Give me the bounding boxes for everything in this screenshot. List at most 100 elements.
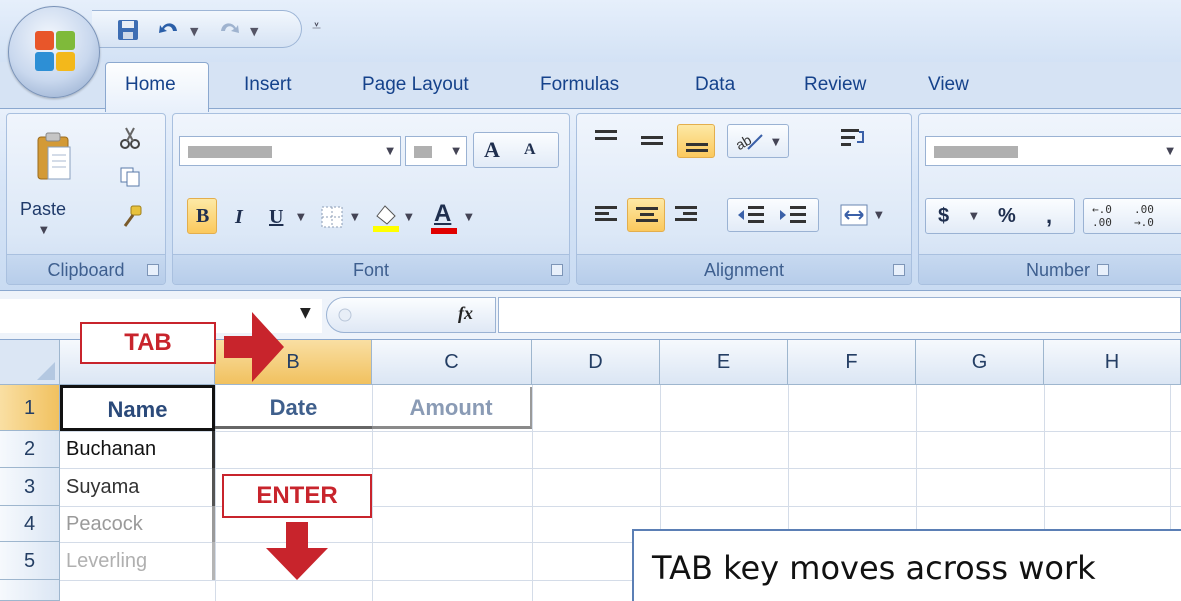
number-format-combo[interactable]: ▼ — [925, 136, 1181, 166]
align-center-button[interactable] — [627, 198, 665, 232]
select-all-triangle-icon — [37, 362, 55, 380]
undo-dropdown-icon[interactable]: ▼ — [190, 25, 198, 38]
font-group: ▼ ▼ A A B I U ▼ ▼ ▼ A ▼ Font — [172, 113, 570, 285]
undo-icon[interactable] — [156, 18, 182, 42]
orientation-button[interactable]: ab ▼ — [727, 124, 789, 158]
tab-callout: TAB — [80, 322, 216, 364]
row-header-5[interactable]: 5 — [0, 542, 60, 580]
align-right-icon[interactable] — [673, 204, 699, 226]
paste-icon — [37, 132, 71, 180]
row-header-2[interactable]: 2 — [0, 431, 60, 468]
font-size-value — [414, 146, 432, 158]
bold-button[interactable]: B — [187, 198, 217, 234]
tab-page-layout[interactable]: Page Layout — [362, 74, 469, 96]
font-color-button[interactable]: A — [427, 200, 461, 236]
borders-icon[interactable] — [319, 204, 345, 230]
customize-toolbar-icon[interactable]: ⩡ — [312, 16, 321, 36]
currency-dropdown-icon[interactable]: ▼ — [970, 211, 978, 222]
row-header-6[interactable] — [0, 580, 60, 601]
paste-button[interactable]: Paste ▼ — [13, 120, 87, 248]
tab-view[interactable]: View — [928, 74, 969, 96]
cell-a5[interactable]: Leverling — [62, 542, 215, 580]
tab-formulas[interactable]: Formulas — [540, 74, 619, 96]
insert-function-button[interactable]: fx — [458, 303, 473, 324]
cell-b1[interactable]: Date — [215, 387, 372, 429]
number-format-dropdown-icon[interactable]: ▼ — [1166, 146, 1174, 157]
currency-button[interactable]: $ — [938, 205, 949, 228]
clipboard-launcher-icon[interactable] — [147, 264, 159, 276]
bold-label: B — [196, 205, 210, 227]
shrink-font-button[interactable]: A — [524, 141, 536, 159]
tab-review[interactable]: Review — [804, 74, 866, 96]
align-left-icon[interactable] — [593, 204, 619, 226]
ribbon: Paste ▼ Clipboard ▼ ▼ A A B I U ▼ ▼ ▼ A … — [0, 108, 1181, 290]
column-header-f[interactable]: F — [788, 340, 916, 385]
alignment-label-text: Alignment — [703, 260, 785, 280]
tab-home[interactable]: Home — [125, 74, 176, 96]
font-launcher-icon[interactable] — [551, 264, 563, 276]
row-header-3[interactable]: 3 — [0, 468, 60, 506]
increase-decimal-button[interactable]: ←.0 .00 — [1092, 203, 1112, 229]
tab-insert[interactable]: Insert — [244, 74, 292, 96]
font-color-dropdown-icon[interactable]: ▼ — [465, 212, 473, 223]
cell-a4[interactable]: Peacock — [62, 506, 215, 542]
cell-a2[interactable]: Buchanan — [62, 431, 215, 468]
underline-button[interactable]: U — [269, 206, 283, 229]
number-format-value — [934, 146, 1018, 158]
merge-center-icon[interactable] — [839, 202, 869, 228]
name-box-dropdown-icon[interactable]: ▼ — [300, 305, 311, 321]
row-header-1[interactable]: 1 — [0, 385, 60, 431]
font-name-dropdown-icon[interactable]: ▼ — [386, 146, 394, 157]
column-header-h[interactable]: H — [1044, 340, 1181, 385]
column-header-d[interactable]: D — [532, 340, 660, 385]
font-size-combo[interactable]: ▼ — [405, 136, 467, 166]
decrease-indent-icon[interactable] — [736, 203, 766, 229]
fill-color-icon[interactable] — [369, 200, 403, 234]
number-launcher-icon[interactable] — [1097, 264, 1109, 276]
redo-icon[interactable] — [216, 18, 242, 42]
orientation-dropdown-icon[interactable]: ▼ — [772, 137, 780, 148]
italic-button[interactable]: I — [235, 206, 243, 229]
font-size-dropdown-icon[interactable]: ▼ — [452, 146, 460, 157]
increase-indent-icon[interactable] — [778, 203, 808, 229]
gridline — [532, 385, 533, 601]
formula-input[interactable] — [498, 297, 1181, 333]
font-size-buttons: A A — [473, 132, 559, 168]
font-label-text: Font — [352, 260, 390, 280]
align-top-icon[interactable] — [593, 128, 619, 150]
wrap-text-icon[interactable] — [839, 126, 865, 152]
merge-dropdown-icon[interactable]: ▼ — [875, 210, 883, 221]
cell-a1[interactable]: Name — [60, 385, 215, 431]
column-header-c[interactable]: C — [372, 340, 532, 385]
format-painter-icon[interactable] — [119, 204, 145, 230]
cell-a3[interactable]: Suyama — [62, 468, 215, 506]
percent-button[interactable]: % — [998, 205, 1016, 228]
font-name-combo[interactable]: ▼ — [179, 136, 401, 166]
enter-down-arrow-icon — [266, 522, 328, 580]
fill-color-dropdown-icon[interactable]: ▼ — [405, 212, 413, 223]
cancel-formula-icon[interactable] — [337, 307, 353, 323]
align-bottom-button[interactable] — [677, 124, 715, 158]
decimal-buttons: ←.0 .00 .00 →.0 — [1083, 198, 1181, 234]
select-all-button[interactable] — [0, 340, 60, 385]
align-middle-icon[interactable] — [639, 128, 665, 150]
comma-button[interactable]: , — [1046, 203, 1052, 229]
save-icon[interactable] — [116, 18, 140, 42]
office-button[interactable] — [8, 6, 100, 98]
cell-c1[interactable]: Amount — [372, 387, 532, 429]
number-group-label: Number — [919, 254, 1181, 284]
underline-dropdown-icon[interactable]: ▼ — [297, 212, 305, 223]
grow-font-button[interactable]: A — [484, 137, 500, 163]
decrease-decimal-button[interactable]: .00 →.0 — [1134, 203, 1154, 229]
copy-icon[interactable] — [119, 166, 141, 188]
tab-data[interactable]: Data — [695, 74, 735, 96]
cut-icon[interactable] — [119, 126, 141, 150]
alignment-launcher-icon[interactable] — [893, 264, 905, 276]
column-header-g[interactable]: G — [916, 340, 1044, 385]
borders-dropdown-icon[interactable]: ▼ — [351, 212, 359, 223]
paste-dropdown-icon[interactable]: ▼ — [40, 225, 48, 236]
font-color-label: A — [434, 200, 452, 227]
redo-dropdown-icon[interactable]: ▼ — [250, 25, 258, 38]
row-header-4[interactable]: 4 — [0, 506, 60, 542]
column-header-e[interactable]: E — [660, 340, 788, 385]
